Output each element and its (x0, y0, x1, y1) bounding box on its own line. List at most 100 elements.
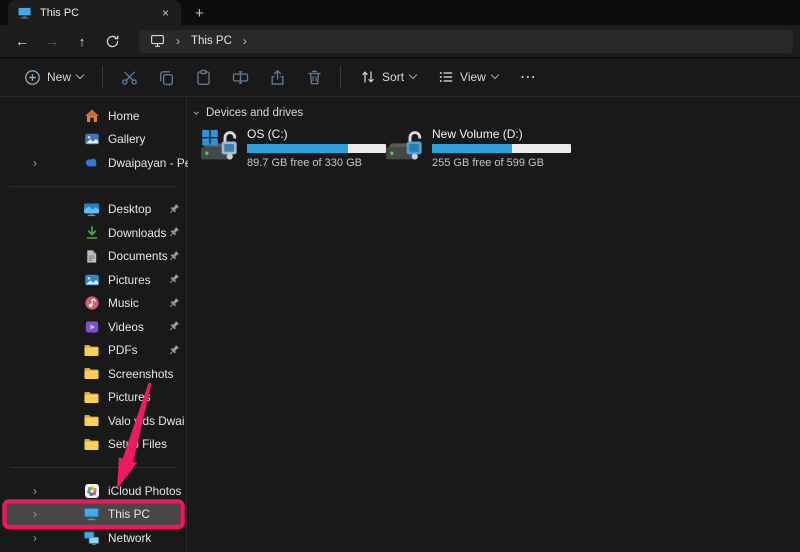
copy-button[interactable] (151, 63, 181, 91)
refresh-button[interactable] (97, 34, 127, 49)
drive-new-volume-d[interactable]: New Volume (D:) 255 GB free of 599 GB (385, 126, 558, 169)
sidebar-item-label: Setup Files (108, 437, 167, 451)
sort-button[interactable]: Sort (352, 64, 424, 90)
toolbar-separator (102, 66, 103, 88)
cut-button[interactable] (114, 63, 144, 91)
videos-icon (83, 318, 100, 335)
rename-button[interactable] (225, 63, 255, 91)
sidebar-item-valo-vids-dwai[interactable]: Valo vids Dwai (0, 409, 186, 433)
more-options-button[interactable]: ⋯ (520, 67, 537, 87)
collapse-chevron-icon[interactable]: › (191, 111, 203, 115)
desktop-icon (83, 201, 100, 218)
sidebar-item-setup-files[interactable]: Setup Files (0, 433, 186, 457)
sidebar-item-label: Videos (108, 320, 144, 334)
drive-os-c[interactable]: OS (C:) 89.7 GB free of 330 GB (200, 126, 373, 169)
expand-chevron-icon[interactable]: › (33, 532, 47, 544)
sidebar-item-icloud-photos[interactable]: › iCloud Photos (0, 479, 186, 503)
downloads-icon (83, 224, 100, 241)
breadcrumb-chevron-icon[interactable]: › (243, 34, 247, 48)
folder-icon (83, 436, 100, 453)
chevron-down-icon (491, 71, 499, 79)
drive-capacity-used (247, 144, 348, 153)
view-button-label: View (460, 70, 486, 84)
pin-icon (167, 297, 180, 310)
onedrive-cloud-icon (83, 154, 100, 171)
sort-button-label: Sort (382, 70, 404, 84)
breadcrumb-this-pc[interactable]: This PC (191, 35, 232, 47)
sidebar-item-music[interactable]: Music (0, 292, 186, 316)
pictures-icon (83, 271, 100, 288)
sidebar-item-label: Pictures (108, 390, 151, 404)
sidebar-item-label: This PC (108, 507, 150, 521)
pin-icon (167, 320, 180, 333)
section-devices-and-drives[interactable]: › Devices and drives (195, 107, 800, 119)
sidebar-item-label: Gallery (108, 132, 145, 146)
expand-chevron-icon[interactable]: › (33, 508, 47, 520)
folder-icon (83, 365, 100, 382)
sidebar-item-label: Pictures (108, 273, 151, 287)
sidebar-item-downloads[interactable]: Downloads (0, 221, 186, 245)
sidebar-item-documents[interactable]: Documents (0, 245, 186, 269)
sort-arrows-icon (360, 69, 376, 85)
tab-close-icon[interactable]: × (159, 6, 172, 20)
sidebar-item-pictures[interactable]: Pictures (0, 268, 186, 292)
sidebar-item-pictures-folder[interactable]: Pictures (0, 386, 186, 410)
sidebar-divider (10, 467, 176, 468)
share-button[interactable] (262, 63, 292, 91)
pin-icon (167, 226, 180, 239)
drive-d-icon (385, 128, 425, 164)
folder-icon (83, 342, 100, 359)
new-tab-button[interactable]: + (195, 6, 204, 21)
new-button[interactable]: New (16, 64, 91, 91)
forward-button[interactable]: → (37, 34, 67, 48)
sidebar-item-videos[interactable]: Videos (0, 315, 186, 339)
home-icon (83, 107, 100, 124)
pin-icon (167, 344, 180, 357)
sidebar-item-label: Desktop (108, 202, 151, 216)
monitor-outline-icon (150, 34, 165, 48)
navigation-pane: Home Gallery › Dwaipayan - Personal (0, 97, 187, 552)
sidebar-item-label: Home (108, 109, 139, 123)
address-bar[interactable]: › This PC › (139, 30, 793, 53)
drive-capacity-bar (247, 144, 386, 153)
documents-icon (83, 248, 100, 265)
pin-icon (167, 273, 180, 286)
sidebar-item-home[interactable]: Home (0, 104, 186, 128)
pin-icon (167, 203, 180, 216)
sidebar-item-desktop[interactable]: Desktop (0, 198, 186, 222)
sidebar-divider (10, 186, 176, 187)
drive-capacity-bar (432, 144, 571, 153)
tab-bar: This PC × + (0, 0, 800, 25)
sidebar-item-screenshots[interactable]: Screenshots (0, 362, 186, 386)
sidebar-item-pdfs[interactable]: PDFs (0, 339, 186, 363)
drive-c-icon (200, 128, 240, 164)
icloud-photos-icon (83, 482, 100, 499)
drive-capacity-used (432, 144, 512, 153)
sidebar-item-label: Documents (108, 249, 168, 263)
paste-button[interactable] (188, 63, 218, 91)
this-pc-tab-icon (17, 6, 32, 20)
sidebar-item-label: iCloud Photos (108, 484, 181, 498)
drive-tiles: OS (C:) 89.7 GB free of 330 GB (200, 126, 800, 169)
sidebar-item-label: PDFs (108, 343, 138, 357)
sidebar-item-onedrive-personal[interactable]: › Dwaipayan - Personal (0, 151, 186, 175)
music-icon (83, 295, 100, 312)
delete-button[interactable] (299, 63, 329, 91)
drive-name: OS (C:) (247, 127, 386, 141)
drive-name: New Volume (D:) (432, 127, 571, 141)
view-button[interactable]: View (430, 64, 506, 90)
sidebar-item-label: Valo vids Dwai (108, 414, 185, 428)
sidebar-item-this-pc[interactable]: › This PC (6, 503, 180, 527)
sidebar-item-label: Music (108, 296, 139, 310)
network-icon (83, 529, 100, 546)
back-button[interactable]: ← (7, 34, 37, 48)
sidebar-item-gallery[interactable]: Gallery (0, 128, 186, 152)
chevron-down-icon (76, 71, 84, 79)
expand-chevron-icon[interactable]: › (33, 485, 47, 497)
sidebar-item-network[interactable]: › Network (0, 526, 186, 550)
drive-free-space: 89.7 GB free of 330 GB (247, 157, 386, 169)
up-button[interactable]: ↑ (67, 35, 97, 48)
tab-this-pc[interactable]: This PC × (8, 0, 181, 25)
folder-icon (83, 412, 100, 429)
expand-chevron-icon[interactable]: › (33, 157, 47, 169)
